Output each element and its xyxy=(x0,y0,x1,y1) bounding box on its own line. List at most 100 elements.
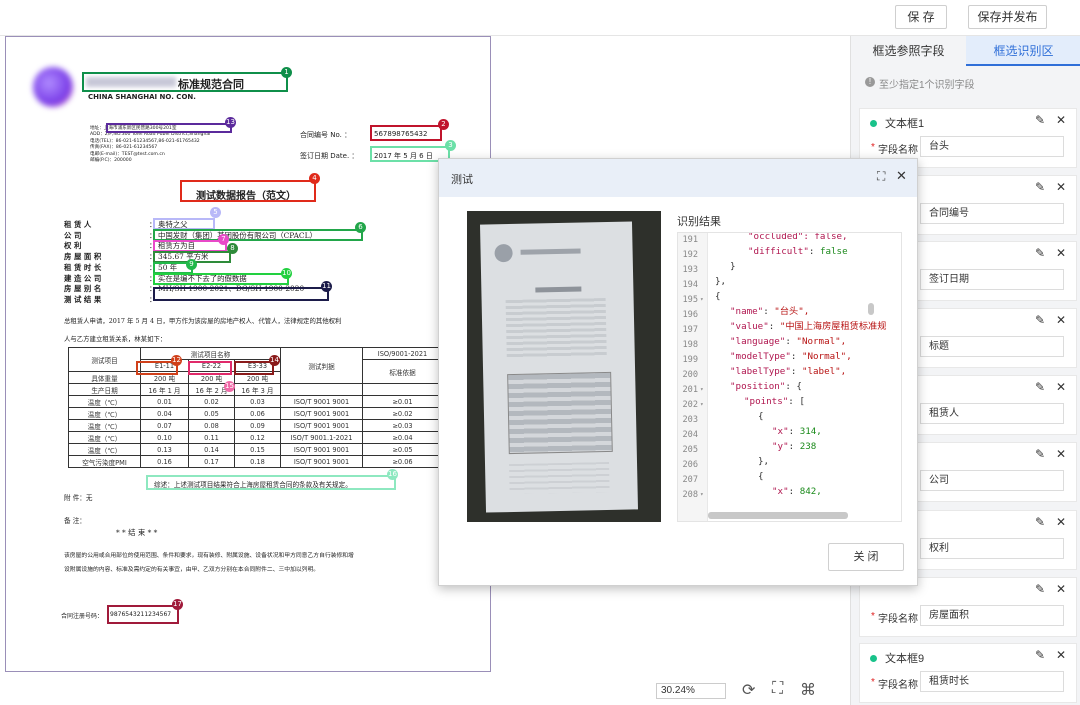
table-cell: ISO/T 9001 9001 xyxy=(280,455,363,468)
table-cell xyxy=(362,383,443,396)
marker-17: 17 xyxy=(172,599,183,610)
code-line: }, xyxy=(758,456,770,467)
json-punct: : xyxy=(790,366,802,377)
fit-view-icon[interactable]: ⛶ xyxy=(772,680,783,698)
json-key: "y" xyxy=(772,441,789,452)
json-key: "points" xyxy=(744,396,789,407)
code-line: { xyxy=(715,291,721,302)
edit-icon[interactable]: ✎ xyxy=(1035,246,1045,260)
command-icon[interactable]: ⌘ xyxy=(800,680,816,700)
paragraph-1: 总租赁人申请，2017 年 5 月 4 日，甲方作为该房屋的房地产权人、代管人，… xyxy=(64,317,342,325)
tab-reference-fields[interactable]: 框选参照字段 xyxy=(851,36,966,66)
edit-icon[interactable]: ✎ xyxy=(1035,313,1045,327)
recog-box-13[interactable] xyxy=(106,123,232,133)
recog-box-10[interactable] xyxy=(153,273,289,285)
json-key: "name" xyxy=(730,306,764,317)
marker-6: 6 xyxy=(355,222,366,233)
recog-box-14[interactable] xyxy=(234,361,274,375)
fold-icon[interactable]: ▾ xyxy=(700,401,704,408)
line-number: 196 xyxy=(682,310,698,320)
table-cell: ISO/T 9001 9001 xyxy=(280,395,363,408)
recog-box-15[interactable] xyxy=(188,361,232,375)
photo-paper xyxy=(480,221,638,513)
recog-box-16[interactable] xyxy=(146,475,396,490)
marker-2: 2 xyxy=(438,119,449,130)
close-icon[interactable]: ✕ xyxy=(1056,447,1066,461)
table-row: 空气污染度PMI 0.16 0.17 0.18 ISO/T 9001 9001 ≥0.06 xyxy=(68,455,443,468)
json-punct: : [ xyxy=(788,396,805,407)
table-cell: 0.11 xyxy=(188,431,235,444)
marker-5: 5 xyxy=(210,207,221,218)
code-line: "x": 842, xyxy=(710,484,822,499)
vertical-scrollbar[interactable] xyxy=(868,303,874,315)
marker-14: 14 xyxy=(269,355,280,366)
field-name-label: 字段名称 xyxy=(878,680,918,691)
fold-icon[interactable]: ▾ xyxy=(700,491,704,498)
field-name-input[interactable]: 标题 xyxy=(920,336,1064,357)
close-icon[interactable]: ✕ xyxy=(1056,380,1066,394)
json-result-viewer[interactable]: 191 192 193 194 195 196 197 198 199 200 … xyxy=(677,232,902,522)
line-number: 206 xyxy=(682,460,698,470)
edit-icon[interactable]: ✎ xyxy=(1035,380,1045,394)
table-cell: 0.06 xyxy=(234,407,281,420)
recog-box-2[interactable] xyxy=(370,125,442,141)
recog-box-11[interactable] xyxy=(153,287,329,301)
code-line: { xyxy=(758,471,764,482)
save-button[interactable]: 保 存 xyxy=(895,5,947,29)
field-name-input[interactable]: 租赁时长 xyxy=(920,671,1064,692)
edit-icon[interactable]: ✎ xyxy=(1035,447,1045,461)
horizontal-scrollbar[interactable] xyxy=(708,512,848,519)
edit-icon[interactable]: ✎ xyxy=(1035,113,1045,127)
table-cell: 0.10 xyxy=(140,431,189,444)
field-name-input[interactable]: 租赁人 xyxy=(920,403,1064,424)
tab-recognition-area[interactable]: 框选识别区 xyxy=(966,36,1080,66)
edit-icon[interactable]: ✎ xyxy=(1035,515,1045,529)
json-key: "value" xyxy=(730,321,769,332)
recog-box-17[interactable] xyxy=(107,605,179,624)
close-icon[interactable]: ✕ xyxy=(1056,515,1066,529)
close-icon[interactable]: ✕ xyxy=(1056,582,1066,596)
close-icon[interactable]: ✕ xyxy=(1056,648,1066,662)
edit-icon[interactable]: ✎ xyxy=(1035,180,1045,194)
table-cell: 空气污染度PMI xyxy=(68,455,141,468)
edit-icon[interactable]: ✎ xyxy=(1035,648,1045,662)
fold-icon[interactable]: ▾ xyxy=(700,296,704,303)
field-name-input[interactable]: 权利 xyxy=(920,538,1064,559)
recog-box-4[interactable] xyxy=(180,180,316,202)
info-label: 权 利 xyxy=(64,241,82,251)
zoom-level[interactable]: 30.24% xyxy=(656,683,726,699)
code-line: "occluded": false, xyxy=(748,232,848,242)
json-punct: : xyxy=(808,246,820,257)
recog-box-1[interactable] xyxy=(82,72,288,92)
required-mark: * xyxy=(871,677,875,688)
edit-icon[interactable]: ✎ xyxy=(1035,582,1045,596)
field-name-input[interactable]: 台头 xyxy=(920,136,1064,157)
fold-icon[interactable]: ▾ xyxy=(700,386,704,393)
json-string: "label", xyxy=(801,366,847,377)
marker-11: 11 xyxy=(321,281,332,292)
save-and-publish-button[interactable]: 保存并发布 xyxy=(968,5,1047,29)
close-icon[interactable]: ✕ xyxy=(1056,313,1066,327)
code-line: "value": "中国上海房屋租赁标准规 xyxy=(710,319,886,334)
code-line: "name": "台头", xyxy=(710,304,809,319)
rotate-icon[interactable]: ⟳ xyxy=(742,680,755,700)
field-name-input[interactable]: 合同编号 xyxy=(920,203,1064,224)
photo-text-block xyxy=(509,461,610,495)
marker-3: 3 xyxy=(445,140,456,151)
close-icon[interactable]: ✕ xyxy=(1056,113,1066,127)
marker-16: 16 xyxy=(387,469,398,480)
line-number: 193 xyxy=(682,265,698,275)
company-logo xyxy=(33,67,73,107)
close-icon[interactable]: ✕ xyxy=(1056,180,1066,194)
close-icon[interactable]: ✕ xyxy=(896,168,907,184)
modal-close-button[interactable]: 关 闭 xyxy=(828,543,904,571)
marker-7: 7 xyxy=(218,234,229,245)
info-label: 房 屋 面 积 xyxy=(64,252,102,262)
field-card: ✎ ✕ * 字段名称 房屋面积 xyxy=(859,577,1077,637)
field-name-input[interactable]: 房屋面积 xyxy=(920,605,1064,626)
json-key: "x" xyxy=(772,426,789,437)
field-name-input[interactable]: 签订日期 xyxy=(920,269,1064,290)
field-name-input[interactable]: 公司 xyxy=(920,470,1064,491)
expand-icon[interactable]: ⛶ xyxy=(877,169,885,184)
close-icon[interactable]: ✕ xyxy=(1056,246,1066,260)
